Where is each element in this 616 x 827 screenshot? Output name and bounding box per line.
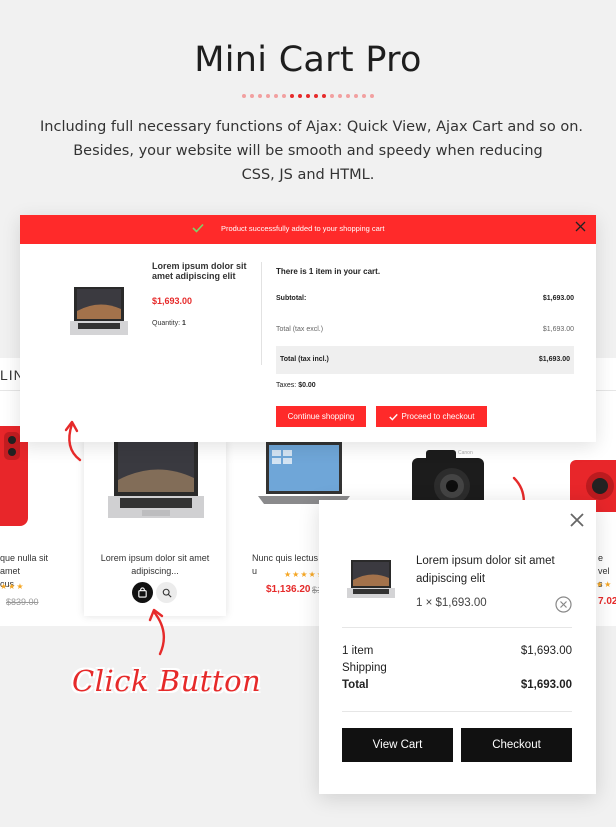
subtotal-label: Subtotal: [276,295,307,302]
modal-product-name: Lorem ipsum dolor sit amet adipiscing el… [152,261,247,281]
view-cart-button[interactable]: View Cart [342,728,453,762]
subtotal-row: Subtotal: $1,693.00 [276,295,574,302]
check-icon [388,413,398,421]
taxes-row: Taxes: $0.00 [276,382,316,389]
subtotal-value: $1,693.00 [542,295,574,302]
quick-view-button[interactable] [156,582,177,603]
laptop-image[interactable] [108,440,204,524]
cart-item-name[interactable]: Lorem ipsum dolor sit amet adipiscing el… [416,552,586,588]
add-to-cart-button[interactable] [132,582,153,603]
total-row: Total $1,693.00 [342,679,572,691]
page-title: Mini Cart Pro [194,40,422,80]
tax-incl-row: Total (tax incl.) $1,693.00 [276,356,574,363]
cart-item-qty-price: 1 × $1,693.00 [416,597,487,609]
curved-arrow-icon [64,420,82,462]
search-icon [162,588,172,598]
tax-excl-label: Total (tax excl.) [276,326,324,333]
intro-line: CSS, JS and HTML. [241,167,375,183]
intro-text: Including full necessary functions of Aj… [40,115,584,187]
taxes-label: Taxes: [276,382,297,389]
tax-incl-label: Total (tax incl.) [280,356,329,363]
taxes-value: $0.00 [298,382,316,389]
continue-shopping-label: Continue shopping [287,412,355,421]
divider [342,627,572,628]
cart-count-text: There is 1 item in your cart. [276,267,381,276]
item-count-row: 1 item $1,693.00 [342,645,572,657]
product-price: $1,136.20 [266,584,311,595]
success-message: Product successfully added to your shopp… [221,224,385,233]
product-name[interactable]: Lorem ipsum dolor sit amet adipiscing... [86,552,224,578]
mini-cart-panel: Lorem ipsum dolor sit amet adipiscing el… [319,500,596,794]
check-icon [192,223,204,233]
quantity-value: 1 [181,320,186,327]
title-divider-dots [0,94,616,98]
checkout-button[interactable]: Checkout [461,728,572,762]
modal-divider [261,262,262,365]
total-value: $1,693.00 [520,679,572,691]
rating-stars: ★★★ [0,582,25,591]
proceed-to-checkout-label: Proceed to checkout [401,412,475,421]
svg-text:Canon: Canon [458,450,473,456]
total-label: Total [342,679,369,691]
modal-quantity: Quantity: 1 [152,320,186,327]
click-button-annotation: Click Button [72,664,262,698]
close-icon[interactable] [569,512,585,528]
shipping-row: Shipping [342,662,572,674]
product-price: 7.02 [598,596,616,607]
divider [342,711,572,712]
tax-excl-row: Total (tax excl.) $1,693.00 [276,326,574,333]
item-count-label: 1 item [342,645,374,657]
laptop-thumbnail[interactable] [70,287,128,339]
remove-item-icon[interactable] [555,596,572,613]
add-to-cart-modal: Product successfully added to your shopp… [20,215,596,442]
laptop-thumbnail[interactable] [347,556,395,604]
camera-image[interactable]: Canon [408,444,488,506]
quantity-label: Quantity: [152,320,181,327]
checkout-label: Checkout [492,739,541,751]
success-bar: Product successfully added to your shopp… [20,215,596,244]
intro-line: Besides, your website will be smooth and… [73,143,543,159]
intro-line: Including full necessary functions of Aj… [40,119,584,135]
proceed-to-checkout-button[interactable]: Proceed to checkout [376,406,487,427]
modal-product-price: $1,693.00 [152,296,193,306]
old-price: $839.00 [6,597,39,607]
shipping-label: Shipping [342,662,387,674]
item-count-value: $1,693.00 [520,645,572,657]
continue-shopping-button[interactable]: Continue shopping [276,406,366,427]
tax-incl-value: $1,693.00 [538,356,570,363]
tax-excl-value: $1,693.00 [542,326,574,333]
rating-stars: ★★ [596,580,613,589]
view-cart-label: View Cart [372,739,423,751]
bag-icon [138,587,147,598]
close-icon[interactable] [575,221,586,232]
curved-arrow-icon [148,608,166,656]
